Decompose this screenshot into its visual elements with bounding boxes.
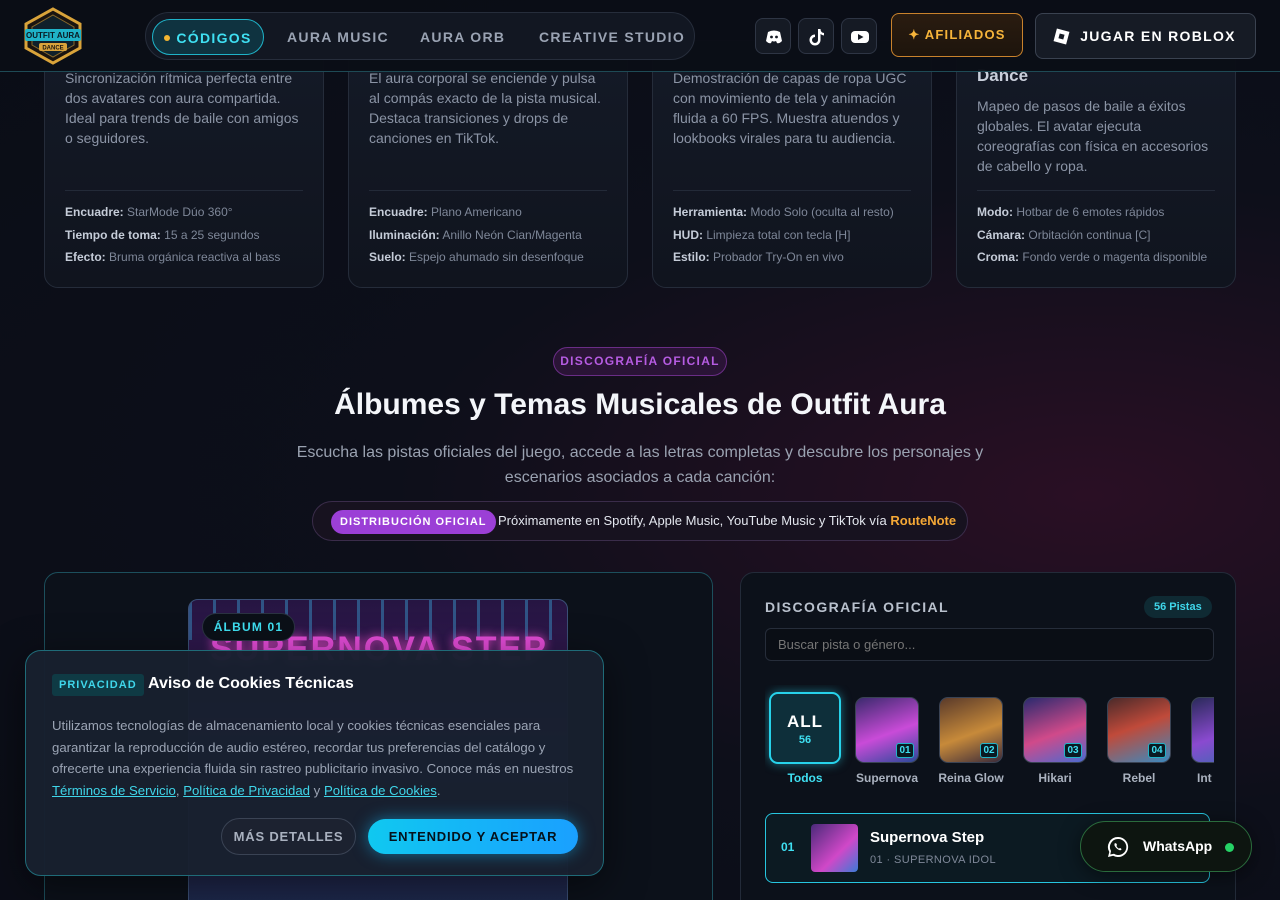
more-details-button[interactable]: MÁS DETALLES [221,818,356,855]
spec-row: Herramienta: Modo Solo (oculta al resto) [673,205,894,219]
whatsapp-button[interactable]: WhatsApp [1080,821,1252,872]
play-label: JUGAR EN ROBLOX [1080,28,1236,44]
distribution-bar: DISTRIBUCIÓN OFICIAL Próximamente en Spo… [312,501,968,541]
all-label: ALL [786,712,824,731]
track-search-input[interactable] [765,628,1214,661]
terms-link[interactable]: Términos de Servicio [52,783,176,798]
tiktok-icon [809,29,824,46]
spec-row: Croma: Fondo verde o magenta disponible [977,250,1208,264]
whatsapp-icon [1107,836,1129,857]
section-badge: DISCOGRAFÍA OFICIAL [553,347,727,376]
svg-text:OUTFIT AURA: OUTFIT AURA [26,31,80,40]
section-heading: Álbumes y Temas Musicales de Outfit Aura [334,388,946,421]
distribution-tag: DISTRIBUCIÓN OFICIAL [331,510,496,534]
track-subtitle: 01 · SUPERNOVA IDOL [870,854,996,866]
spec-row: Encuadre: Plano Americano [369,205,522,219]
spec-row: Tiempo de toma: 15 a 25 segundos [65,227,260,242]
feature-card: El aura corporal se enciende y pulsa al … [348,40,628,288]
youtube-icon [851,31,869,43]
album-thumb: 01 [855,697,919,763]
nav-item-aura-orb[interactable]: AURA ORB [420,19,505,55]
roblox-icon [1053,28,1070,45]
album-thumb: 02 [939,697,1003,763]
spec-row: Encuadre: StarMode Dúo 360° [65,205,233,219]
card-divider [65,190,303,191]
sparkle-icon: ✦ [908,27,921,42]
nav-item-aura-music[interactable]: AURA MUSIC [287,19,389,55]
spec-row: Modo: Hotbar de 6 emotes rápidos [977,205,1165,219]
svg-text:DANCE: DANCE [42,46,63,52]
track-title: Supernova Step [870,829,985,846]
cookie-body: Utilizamos tecnologías de almacenamiento… [52,718,574,798]
spec-row: Iluminación: Anillo Neón Cian/Magenta [369,227,582,242]
cookie-title: Aviso de Cookies Técnicas [148,675,354,692]
cookies-link[interactable]: Política de Cookies [324,783,437,798]
spec-row: Cámara: Orbitación continua [C] [977,227,1151,242]
album-thumb: 04 [1107,697,1171,763]
feature-card: Demostración de capas de ropa UGC con mo… [652,40,932,288]
album-filter-strip[interactable]: ALL 56 Todos 01 Supernova 02 Reina Glow … [765,685,1214,793]
youtube-button[interactable] [841,18,877,54]
nav-label: CÓDIGOS [176,30,252,46]
spec-row: Efecto: Bruma orgánica reactiva al bass [65,250,281,264]
accept-cookies-button[interactable]: ENTENDIDO Y ACEPTAR [368,819,578,854]
album-thumb [1191,697,1214,763]
album-number: 03 [1064,743,1082,758]
track-number: 01 [781,840,795,854]
card-description: Mapeo de pasos de baile a éxitos globale… [977,98,1209,174]
album-filter-caption: Supernova [855,771,918,785]
spec-row: Estilo: Probador Try-On en vivo [673,250,844,264]
affiliates-button[interactable]: ✦ AFILIADOS [891,13,1023,57]
card-divider [673,190,911,191]
card-description: Sincronización rítmica perfecta entre do… [65,70,299,146]
online-status-dot [1225,843,1234,852]
nav-item-codigos[interactable]: CÓDIGOS [152,19,264,55]
discord-icon [766,30,782,44]
album-number: 02 [980,743,998,758]
feature-card: Dance Mapeo de pasos de baile a éxitos g… [956,40,1236,288]
card-specs: Encuadre: Plano Americano Iluminación: A… [369,201,617,269]
routenote-link[interactable]: RouteNote [890,513,956,528]
all-tile: ALL 56 [769,692,841,764]
card-description: Demostración de capas de ropa UGC con mo… [673,70,907,146]
all-count: 56 [798,734,812,746]
discord-button[interactable] [755,18,791,54]
affiliates-label: AFILIADOS [924,27,1006,42]
card-divider [369,190,607,191]
privacy-link[interactable]: Política de Privacidad [183,783,310,798]
site-logo[interactable]: OUTFIT AURA DANCE [22,7,84,65]
album-number: 04 [1148,743,1166,758]
album-tag: ÁLBUM 01 [202,613,295,641]
section-lead: Escucha las pistas oficiales del juego, … [296,444,984,486]
active-dot-icon [164,35,171,42]
card-specs: Herramienta: Modo Solo (oculta al resto)… [673,201,921,269]
play-roblox-button[interactable]: JUGAR EN ROBLOX [1035,13,1256,59]
track-thumb [811,824,858,872]
top-navbar: OUTFIT AURA DANCE CÓDIGOS AURA MUSIC AUR… [0,0,1280,72]
album-thumb: 03 [1023,697,1087,763]
album-filter-caption: Rebel [1122,771,1156,785]
card-specs: Encuadre: StarMode Dúo 360° Tiempo de to… [65,201,313,269]
album-filter-caption: Hikari [1038,771,1072,785]
cookie-dialog: PRIVACIDAD Aviso de Cookies Técnicas Uti… [25,650,604,876]
discography-title: DISCOGRAFÍA OFICIAL [765,599,949,615]
track-count-badge: 56 Pistas [1144,596,1212,618]
nav-item-creative-studio[interactable]: CREATIVE STUDIO [539,19,685,55]
spec-row: HUD: Limpieza total con tecla [H] [673,227,851,242]
album-filter-caption: Int [1197,771,1212,785]
spec-row: Suelo: Espejo ahumado sin desenfoque [369,250,584,264]
main-nav: CÓDIGOS AURA MUSIC AURA ORB CREATIVE STU… [145,12,695,60]
album-number: 01 [896,743,914,758]
feature-card: Sincronización rítmica perfecta entre do… [44,40,324,288]
card-specs: Modo: Hotbar de 6 emotes rápidos Cámara:… [977,201,1225,269]
distribution-text: Próximamente en Spotify, Apple Music, Yo… [498,513,957,528]
whatsapp-label: WhatsApp [1143,838,1213,854]
album-filter-caption: Reina Glow [938,771,1004,785]
album-filter-caption: Todos [787,771,823,785]
privacy-tag: PRIVACIDAD [52,674,144,696]
card-divider [977,190,1215,191]
tiktok-button[interactable] [798,18,834,54]
card-description: El aura corporal se enciende y pulsa al … [369,70,601,146]
